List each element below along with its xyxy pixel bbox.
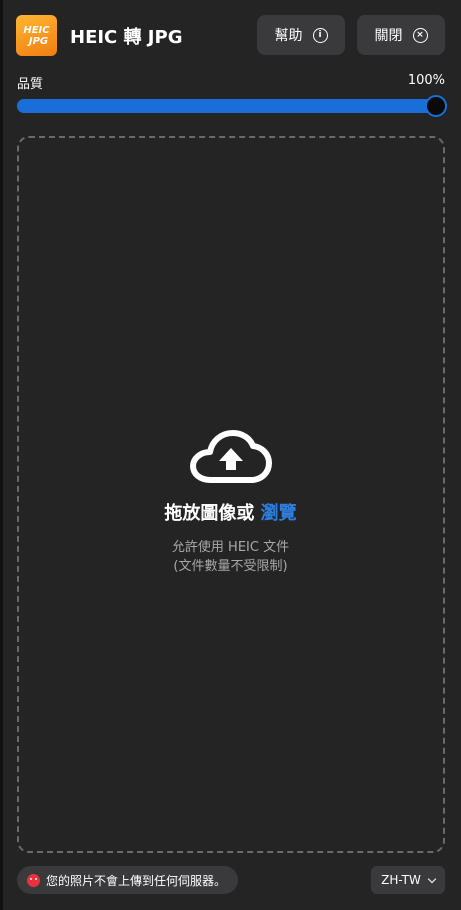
file-dropzone[interactable] xyxy=(17,136,445,853)
quality-slider-fill xyxy=(17,99,441,113)
privacy-notice-text: 您的照片不會上傳到任何伺服器。 xyxy=(46,873,227,888)
dropzone-title-text: 拖放圖像或 xyxy=(164,503,255,524)
window-edge xyxy=(0,0,3,910)
quality-slider[interactable] xyxy=(17,95,447,117)
quality-label: 品質 xyxy=(17,77,44,92)
dropzone-title: 拖放圖像或 瀏覽 xyxy=(0,499,461,525)
privacy-notice: 您的照片不會上傳到任何伺服器。 xyxy=(17,866,239,894)
app-window: HEIC JPG HEIC 轉 JPG 幫助 i 關閉 × 品質 100% 拖放… xyxy=(0,0,461,910)
close-circle-icon: × xyxy=(412,27,428,43)
dropzone-hint-limit: (文件數量不受限制) xyxy=(173,559,288,574)
quality-value: 100% xyxy=(407,73,445,88)
chevron-down-icon xyxy=(427,874,437,883)
help-button-label: 幫助 xyxy=(274,28,303,44)
language-select-value: ZH-TW xyxy=(381,873,421,887)
privacy-face-icon xyxy=(27,873,40,887)
help-button[interactable]: 幫助 i xyxy=(257,15,345,55)
info-icon: i xyxy=(312,27,328,43)
app-logo: HEIC JPG xyxy=(16,15,57,56)
logo-text-heic: HEIC xyxy=(23,24,50,36)
dropzone-hint-filetype: 允許使用 HEIC 文件 xyxy=(171,540,290,555)
quality-slider-thumb[interactable] xyxy=(425,95,447,117)
cloud-upload-icon xyxy=(190,430,272,483)
language-select[interactable]: ZH-TW xyxy=(371,866,445,894)
app-title: HEIC 轉 JPG xyxy=(70,27,183,48)
browse-link[interactable]: 瀏覽 xyxy=(261,503,297,524)
close-button-label: 關閉 xyxy=(374,28,403,44)
logo-text-jpg: JPG xyxy=(28,35,49,47)
close-button[interactable]: 關閉 × xyxy=(357,15,445,55)
